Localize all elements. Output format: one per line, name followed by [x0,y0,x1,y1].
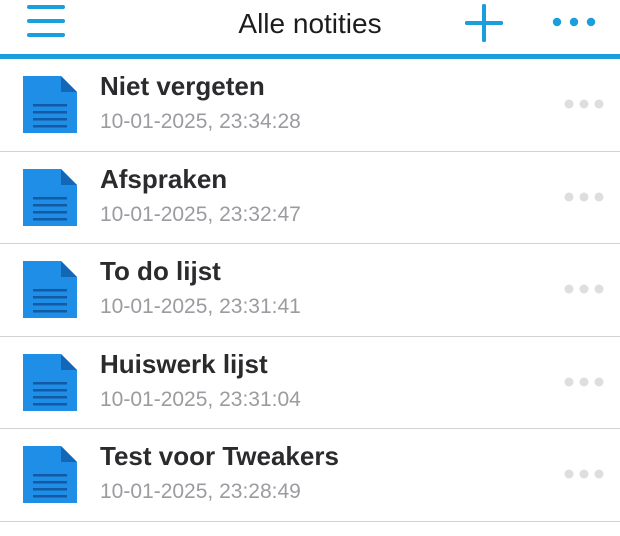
notes-app: Alle notities Niet vergeten 10-01-2025, … [0,0,620,536]
note-timestamp: 10-01-2025, 23:34:28 [100,110,301,133]
plus-icon [465,4,503,42]
document-icon [23,168,77,226]
note-options-button[interactable] [563,467,605,481]
note-timestamp: 10-01-2025, 23:28:49 [100,480,301,503]
more-horizontal-icon [564,377,604,386]
note-timestamp: 10-01-2025, 23:31:41 [100,295,301,318]
menu-button[interactable] [27,5,65,39]
note-title: Niet vergeten [100,71,265,101]
note-row[interactable]: Niet vergeten 10-01-2025, 23:34:28 [0,59,620,152]
note-row[interactable]: Test voor Tweakers 10-01-2025, 23:28:49 [0,429,620,522]
note-row[interactable]: Huiswerk lijst 10-01-2025, 23:31:04 [0,337,620,429]
add-note-button[interactable] [464,3,504,43]
note-row[interactable]: Afspraken 10-01-2025, 23:32:47 [0,152,620,244]
more-horizontal-icon [564,284,604,294]
more-horizontal-icon [564,192,604,201]
note-title: Test voor Tweakers [100,441,339,471]
note-options-button[interactable] [563,97,605,111]
note-title: Huiswerk lijst [100,348,268,379]
more-horizontal-icon [564,469,604,479]
document-icon [23,353,77,411]
note-title: Afspraken [100,163,228,194]
page-title: Alle notities [238,8,382,39]
document-icon [23,76,77,133]
note-timestamp: 10-01-2025, 23:32:47 [100,202,301,226]
more-options-button[interactable] [551,10,597,34]
note-options-button[interactable] [563,190,605,204]
note-timestamp: 10-01-2025, 23:31:04 [100,387,301,411]
more-horizontal-icon [552,17,596,27]
note-row[interactable]: To do lijst 10-01-2025, 23:31:41 [0,244,620,337]
top-bar: Alle notities [0,0,620,54]
more-horizontal-icon [564,99,604,109]
notes-list: Niet vergeten 10-01-2025, 23:34:28 Afspr… [0,59,620,522]
note-title: To do lijst [100,256,221,286]
note-options-button[interactable] [563,375,605,389]
document-icon [23,446,77,503]
note-options-button[interactable] [563,282,605,296]
document-icon [23,261,77,318]
